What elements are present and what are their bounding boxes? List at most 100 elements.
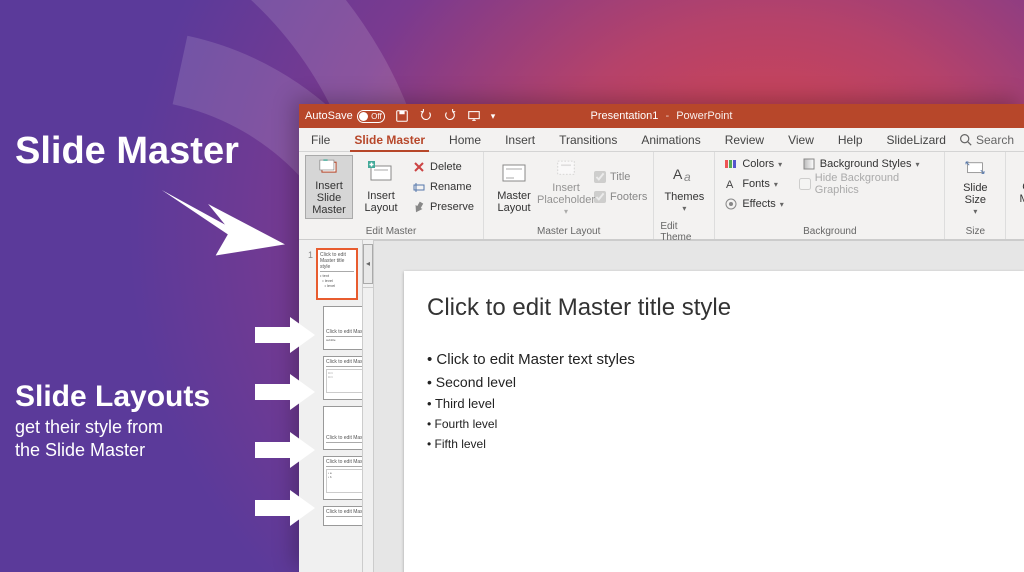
arrow-master-icon <box>155 175 285 275</box>
colors-button[interactable]: Colors▾ <box>721 155 786 173</box>
qat-customize-icon[interactable]: ▾ <box>491 111 496 122</box>
tab-insert[interactable]: Insert <box>493 128 547 151</box>
body-placeholder[interactable]: Click to edit Master text styles Second … <box>426 341 1002 461</box>
layout-thumbnail[interactable]: Click to edit Master title style • a• b•… <box>323 456 363 500</box>
rename-icon <box>412 180 426 194</box>
svg-text:a: a <box>684 170 691 184</box>
annotation-layouts-sub: get their style from the Slide Master <box>15 416 210 463</box>
collapse-handle[interactable]: ◂ <box>363 240 373 288</box>
annotation-slide-layouts: Slide Layouts get their style from the S… <box>15 380 210 463</box>
layout-thumbnail[interactable]: Click to edit Master title style subtitl… <box>323 306 363 350</box>
vertical-ruler: ◂ <box>363 240 374 572</box>
insert-placeholder-label: Insert Placeholder <box>537 182 595 206</box>
preserve-icon <box>412 200 426 214</box>
insert-placeholder-button[interactable]: Insert Placeholder▾ <box>542 155 590 219</box>
layout-thumbnail[interactable]: Click to edit Master title style <box>323 506 363 526</box>
close-master-view-button[interactable]: Close Master View <box>1012 155 1024 219</box>
footers-checkbox[interactable]: Footers <box>594 188 647 206</box>
title-checkbox-label: Title <box>610 171 630 183</box>
tab-animations[interactable]: Animations <box>629 128 712 151</box>
tab-review[interactable]: Review <box>713 128 776 151</box>
search-icon <box>959 133 972 146</box>
tab-file[interactable]: File <box>299 128 342 151</box>
fonts-icon: A <box>724 177 738 191</box>
footers-checkbox-label: Footers <box>610 191 647 203</box>
slide-size-button[interactable]: Slide Size▾ <box>951 155 999 219</box>
rename-label: Rename <box>430 181 472 193</box>
fonts-label: Fonts <box>742 178 770 190</box>
colors-label: Colors <box>742 158 774 170</box>
thumb-title: Click to edit Master title style <box>326 509 363 517</box>
group-label-size: Size <box>966 224 985 239</box>
themes-icon: Aa <box>670 161 698 189</box>
master-layout-button[interactable]: Master Layout <box>490 155 538 219</box>
arrow-layout-icon <box>255 315 315 355</box>
bg-styles-label: Background Styles <box>820 158 912 170</box>
powerpoint-window: AutoSave Off ▾ Presentation1 - PowerPoin… <box>299 104 1024 572</box>
tab-transitions[interactable]: Transitions <box>547 128 629 151</box>
master-thumbnail[interactable]: Click to edit Master title style • text … <box>316 248 358 300</box>
autosave-state: Off <box>371 112 382 121</box>
thumb-title: Click to edit Master title style <box>326 329 363 337</box>
hide-bg-label: Hide Background Graphics <box>815 172 939 196</box>
canvas-area: 16151413121110987654321012 Click to edit… <box>374 240 1024 572</box>
doc-name: Presentation1 <box>591 110 659 122</box>
tab-home[interactable]: Home <box>437 128 493 151</box>
autosave-toggle[interactable]: AutoSave Off <box>305 110 385 123</box>
undo-icon[interactable] <box>419 109 433 123</box>
search-box[interactable]: Search <box>959 128 1024 151</box>
slide-size-icon <box>961 157 989 180</box>
title-placeholder[interactable]: Click to edit Master title style <box>426 289 1002 327</box>
rename-button[interactable]: Rename <box>409 178 477 196</box>
insert-slide-master-button[interactable]: Insert Slide Master <box>305 155 353 219</box>
layout-thumbnail[interactable]: Click to edit Master title style <box>323 406 363 450</box>
fonts-button[interactable]: A Fonts▾ <box>721 175 786 193</box>
insert-slide-master-icon <box>315 158 343 178</box>
save-icon[interactable] <box>395 109 409 123</box>
ribbon-tabs: File Slide Master Home Insert Transition… <box>299 128 1024 152</box>
title-checkbox[interactable]: Title <box>594 168 647 186</box>
tab-view[interactable]: View <box>776 128 826 151</box>
delete-button[interactable]: Delete <box>409 158 477 176</box>
arrow-layout-icon <box>255 488 315 528</box>
slide-canvas[interactable]: Click to edit Master title style Click t… <box>374 241 1024 572</box>
group-close: Close Master View Close <box>1006 152 1024 239</box>
hide-bg-checkbox[interactable]: Hide Background Graphics <box>799 175 939 193</box>
effects-button[interactable]: Effects▾ <box>721 195 786 213</box>
autosave-label: AutoSave <box>305 110 353 122</box>
annotation-layouts-title: Slide Layouts <box>15 380 210 414</box>
tab-help[interactable]: Help <box>826 128 875 151</box>
delete-label: Delete <box>430 161 462 173</box>
svg-text:A: A <box>673 166 683 182</box>
slide-master-preview[interactable]: Click to edit Master title style Click t… <box>404 271 1024 572</box>
effects-icon <box>724 197 738 211</box>
bg-styles-button[interactable]: Background Styles▾ <box>799 155 939 173</box>
horizontal-ruler: 16151413121110987654321012 <box>374 240 1024 241</box>
preserve-button[interactable]: Preserve <box>409 198 477 216</box>
thumb-title: Click to edit Master title style <box>326 435 363 443</box>
redo-icon[interactable] <box>443 109 457 123</box>
themes-label: Themes <box>664 191 704 203</box>
preserve-label: Preserve <box>430 201 474 213</box>
tab-slide-master[interactable]: Slide Master <box>342 128 437 151</box>
ribbon: Insert Slide Master Insert Layout Delete… <box>299 152 1024 240</box>
insert-layout-icon <box>367 160 395 188</box>
body-level-5: Fifth level <box>427 434 1001 454</box>
body-level-3: Third level <box>427 393 1001 414</box>
themes-button[interactable]: Aa Themes▾ <box>660 155 708 219</box>
slideshow-icon[interactable] <box>467 109 481 123</box>
group-label-master-layout: Master Layout <box>537 224 600 239</box>
insert-placeholder-icon <box>552 157 580 180</box>
group-size: Slide Size▾ Size <box>945 152 1006 239</box>
layout-thumbnail[interactable]: Click to edit Master title style □ □□ □ <box>323 356 363 400</box>
group-background: Colors▾ A Fonts▾ Effects▾ Background Sty… <box>715 152 945 239</box>
close-master-label: Close Master View <box>1014 181 1024 217</box>
workspace: 1 Click to edit Master title style • tex… <box>299 240 1024 572</box>
insert-layout-button[interactable]: Insert Layout <box>357 155 405 219</box>
master-layout-label: Master Layout <box>497 190 531 214</box>
tab-slidelizard[interactable]: SlideLizard <box>875 128 958 151</box>
delete-icon <box>412 160 426 174</box>
annotation-slide-master: Slide Master <box>15 130 239 173</box>
search-label: Search <box>976 133 1014 147</box>
slide-size-label: Slide Size <box>963 182 987 206</box>
